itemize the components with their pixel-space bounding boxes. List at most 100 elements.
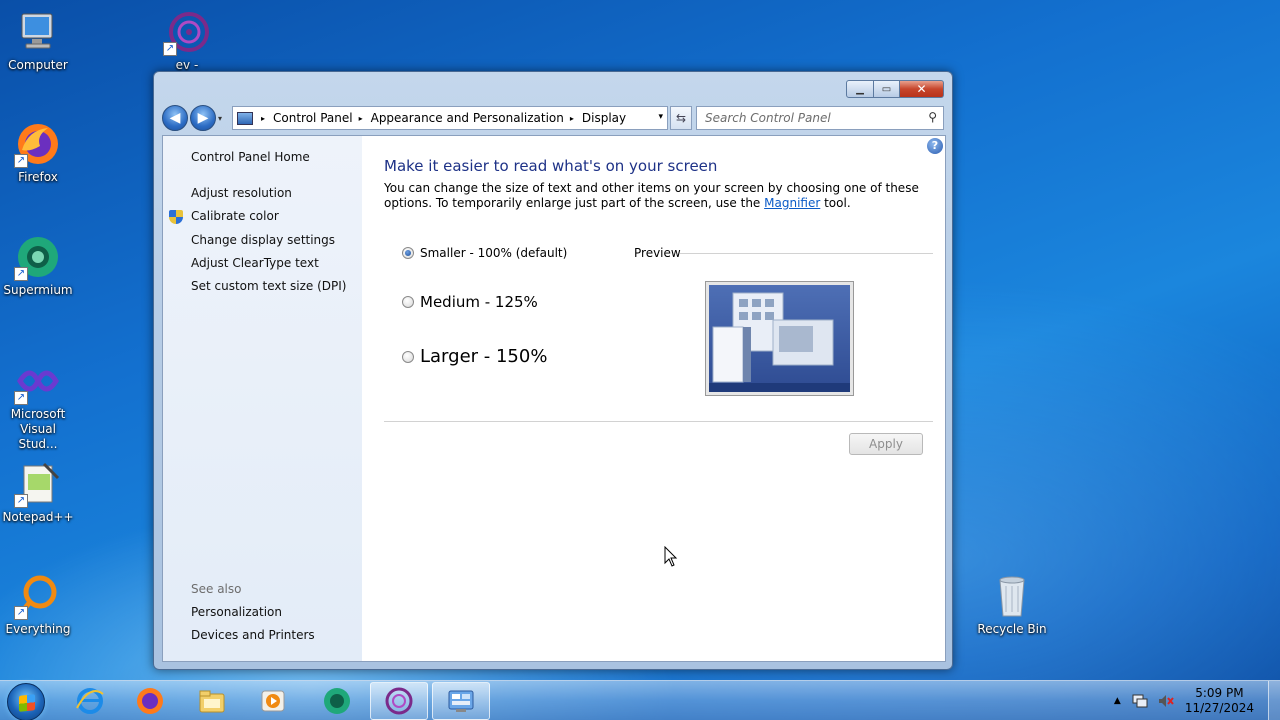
back-button[interactable]: ◀ xyxy=(162,105,188,131)
section-divider xyxy=(384,421,933,422)
description-text-end: tool. xyxy=(820,196,851,210)
option-smaller[interactable]: Smaller - 100% (default) xyxy=(402,246,567,260)
breadcrumb-separator-icon[interactable]: ▸ xyxy=(570,114,574,123)
breadcrumb-control-panel[interactable]: Control Panel xyxy=(273,111,353,125)
preview-label: Preview xyxy=(634,246,681,260)
clock-date: 11/27/2024 xyxy=(1184,701,1254,715)
taskbar-control-panel[interactable] xyxy=(432,682,490,720)
spiral-app-icon: ↗ xyxy=(163,8,211,56)
taskbar-supermium[interactable] xyxy=(308,682,366,720)
breadcrumb-separator-icon[interactable]: ▸ xyxy=(359,114,363,123)
main-pane: ? Make it easier to read what's on your … xyxy=(362,136,945,661)
shortcut-arrow-icon: ↗ xyxy=(14,391,28,405)
maximize-button[interactable]: ▭ xyxy=(874,80,900,98)
sidebar-link-personalization[interactable]: Personalization xyxy=(191,605,282,619)
firefox-icon xyxy=(137,688,163,714)
desktop-icon-label: Supermium xyxy=(3,283,73,297)
refresh-button[interactable]: ⇆ xyxy=(670,106,692,130)
shortcut-arrow-icon: ↗ xyxy=(14,494,28,508)
media-player-icon xyxy=(261,690,285,712)
option-larger-label[interactable]: Larger - 150% xyxy=(420,346,547,367)
start-button[interactable] xyxy=(7,683,45,720)
sidebar-link-control-panel-home[interactable]: Control Panel Home xyxy=(191,150,310,164)
volume-muted-icon[interactable] xyxy=(1157,693,1175,709)
taskbar-clock[interactable]: 5:09 PM 11/27/2024 xyxy=(1185,686,1254,716)
desktop-icon-recycle-bin[interactable]: Recycle Bin xyxy=(974,572,1050,637)
sidebar-link-calibrate-color[interactable]: Calibrate color xyxy=(191,209,279,223)
notepadpp-icon: ↗ xyxy=(14,460,62,508)
sidebar-link-custom-text-size[interactable]: Set custom text size (DPI) xyxy=(191,279,346,293)
spiral-app-icon xyxy=(385,687,413,715)
control-panel-icon xyxy=(237,111,253,125)
taskbar-media-player[interactable] xyxy=(244,682,302,720)
search-placeholder: Search Control Panel xyxy=(705,111,831,125)
recent-pages-dropdown[interactable]: ▾ xyxy=(218,114,228,123)
apply-button[interactable]: Apply xyxy=(849,433,923,455)
option-smaller-label[interactable]: Smaller - 100% (default) xyxy=(420,246,567,260)
breadcrumb-display[interactable]: Display xyxy=(582,111,626,125)
firefox-icon: ↗ xyxy=(14,120,62,168)
help-icon[interactable]: ? xyxy=(927,138,943,154)
option-medium-label[interactable]: Medium - 125% xyxy=(420,293,538,311)
everything-search-icon: ↗ xyxy=(14,572,62,620)
network-icon[interactable] xyxy=(1131,693,1149,709)
radio-smaller[interactable] xyxy=(402,247,414,259)
breadcrumb-separator-icon[interactable]: ▸ xyxy=(261,114,265,123)
desktop-icon-label: Notepad++ xyxy=(2,510,74,524)
address-dropdown-icon[interactable]: ▾ xyxy=(658,112,663,122)
system-tray: ▲ 5:09 PM 11/27/2024 xyxy=(1108,681,1280,720)
close-button[interactable]: ✕ xyxy=(900,80,944,98)
taskbar-firefox[interactable] xyxy=(121,682,179,720)
option-larger[interactable]: Larger - 150% xyxy=(402,346,547,367)
preview-desktop-illustration xyxy=(709,285,850,392)
sidebar: Control Panel Home Adjust resolution Cal… xyxy=(163,136,362,661)
shortcut-arrow-icon: ↗ xyxy=(14,267,28,281)
desktop-icon-computer[interactable]: Computer xyxy=(0,8,76,73)
shortcut-arrow-icon: ↗ xyxy=(14,606,28,620)
navigation-bar: ◀ ▶ ▾ ▸ Control Panel ▸ Appearance and P… xyxy=(162,105,944,131)
desktop-icon-firefox[interactable]: ↗ Firefox xyxy=(0,120,76,185)
window-controls: ▁ ▭ ✕ xyxy=(846,80,944,98)
desktop-icon-label: Computer xyxy=(8,58,68,72)
show-desktop-button[interactable] xyxy=(1268,681,1280,720)
desktop-icon-notepadpp[interactable]: ↗ Notepad++ xyxy=(0,460,76,525)
content-area: Control Panel Home Adjust resolution Cal… xyxy=(162,135,946,662)
minimize-button[interactable]: ▁ xyxy=(846,80,874,98)
taskbar-file-explorer[interactable] xyxy=(183,682,241,720)
supermium-icon xyxy=(324,688,350,714)
search-input[interactable]: Search Control Panel ⚲ xyxy=(696,106,944,130)
page-title: Make it easier to read what's on your sc… xyxy=(384,157,718,175)
folder-icon xyxy=(199,690,225,713)
clock-time: 5:09 PM xyxy=(1195,686,1244,700)
windows-logo-icon xyxy=(19,694,35,712)
address-bar[interactable]: ▸ Control Panel ▸ Appearance and Persona… xyxy=(232,106,668,130)
supermium-icon: ↗ xyxy=(14,233,62,281)
desktop-icon-supermium[interactable]: ↗ Supermium xyxy=(0,233,76,298)
option-medium[interactable]: Medium - 125% xyxy=(402,293,538,311)
preview-image xyxy=(705,281,854,396)
shortcut-arrow-icon: ↗ xyxy=(14,154,28,168)
show-hidden-icons-button[interactable]: ▲ xyxy=(1114,696,1121,706)
desktop-icon-everything[interactable]: ↗ Everything xyxy=(0,572,76,637)
desktop-icon-visual-studio[interactable]: ↗ Microsoft Visual Stud... xyxy=(0,357,76,452)
control-panel-icon xyxy=(448,690,474,712)
search-icon[interactable]: ⚲ xyxy=(928,110,937,124)
visual-studio-icon: ↗ xyxy=(14,357,62,405)
sidebar-link-change-display-settings[interactable]: Change display settings xyxy=(191,233,335,247)
forward-button[interactable]: ▶ xyxy=(190,105,216,131)
magnifier-link[interactable]: Magnifier xyxy=(764,196,820,210)
taskbar-internet-explorer[interactable] xyxy=(61,682,119,720)
sidebar-link-adjust-resolution[interactable]: Adjust resolution xyxy=(191,186,292,200)
radio-medium[interactable] xyxy=(402,296,414,308)
internet-explorer-icon xyxy=(76,688,104,714)
breadcrumb-appearance[interactable]: Appearance and Personalization xyxy=(371,111,564,125)
computer-icon xyxy=(14,8,62,56)
desktop-icon-label: Microsoft Visual Stud... xyxy=(10,407,66,451)
desktop-icon-label: Everything xyxy=(5,622,71,636)
radio-larger[interactable] xyxy=(402,350,414,363)
desktop-icon-label: Recycle Bin xyxy=(977,622,1047,636)
taskbar-spiral-app[interactable] xyxy=(370,682,428,720)
sidebar-link-adjust-cleartype[interactable]: Adjust ClearType text xyxy=(191,256,319,270)
mouse-cursor-icon xyxy=(664,546,678,567)
sidebar-link-devices-and-printers[interactable]: Devices and Printers xyxy=(191,628,315,642)
